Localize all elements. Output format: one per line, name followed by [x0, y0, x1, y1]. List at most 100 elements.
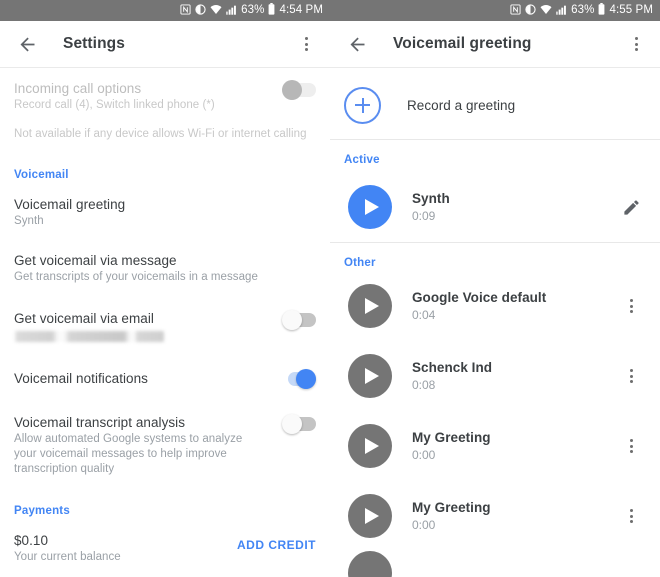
play-triangle-icon [365, 298, 379, 314]
battery-icon [598, 2, 605, 20]
left-phone-screen: 63% 4:54 PM Settings Incoming call optio… [0, 0, 330, 577]
dot [629, 514, 633, 518]
dnd-icon [525, 2, 536, 20]
page-title: Settings [63, 35, 125, 52]
battery-percent-label: 63% [571, 3, 595, 16]
right-phone-screen: 63% 4:55 PM Voicemail greeting Record a … [330, 0, 660, 577]
greeting-duration: 0:00 [412, 518, 436, 532]
greeting-name: Schenck Ind [412, 360, 493, 375]
play-button[interactable] [348, 284, 392, 328]
dot [629, 444, 633, 448]
greeting-name: My Greeting [412, 500, 491, 515]
divider [330, 242, 660, 243]
greeting-row-other[interactable]: Schenck Ind 0:08 [330, 341, 660, 411]
play-button[interactable] [348, 354, 392, 398]
toggle-transcript-analysis[interactable] [282, 414, 316, 434]
setting-subtitle: Synth [14, 215, 44, 227]
overflow-menu-icon[interactable] [622, 30, 650, 58]
edit-icon[interactable] [616, 198, 646, 217]
dot [634, 42, 638, 46]
status-bar-left: 63% 4:54 PM [0, 0, 330, 21]
toggle-voicemail-via-email[interactable] [282, 310, 316, 330]
dot [634, 37, 638, 40]
setting-title: Get voicemail via message [14, 253, 177, 268]
toggle-incoming-call-options[interactable] [282, 80, 316, 100]
setting-subtitle: Record call (4), Switch linked phone (*) [14, 99, 215, 111]
nfc-icon [510, 2, 521, 20]
setting-row-transcript-analysis[interactable]: Voicemail transcript analysis Allow auto… [0, 414, 330, 477]
section-header-voicemail: Voicemail [14, 169, 69, 181]
setting-row-balance: $0.10 Your current balance ADD CREDIT [0, 532, 330, 565]
section-header-payments: Payments [14, 505, 70, 517]
dot [304, 37, 308, 40]
plus-circle-icon [344, 86, 381, 124]
setting-title: Get voicemail via email [14, 311, 154, 326]
availability-note: Not available if any device allows Wi-Fi… [14, 128, 307, 140]
dnd-icon [195, 2, 206, 20]
dot [629, 369, 633, 372]
clock-label: 4:54 PM [279, 3, 323, 16]
toggle-thumb [296, 368, 316, 389]
add-credit-button[interactable]: ADD CREDIT [237, 538, 316, 552]
toggle-thumb [282, 414, 302, 434]
setting-subtitle: Allow automated Google systems to analyz… [14, 433, 243, 475]
overflow-menu-icon[interactable] [292, 30, 320, 58]
greeting-name: Synth [412, 191, 450, 206]
greeting-row-other[interactable]: My Greeting 0:00 [330, 411, 660, 481]
toggle-thumb [282, 80, 302, 100]
setting-title: Voicemail transcript analysis [14, 415, 186, 430]
balance-caption: Your current balance [14, 551, 121, 563]
battery-icon [268, 2, 275, 20]
dot [629, 310, 633, 313]
greeting-duration: 0:09 [412, 209, 436, 223]
setting-row-voicemail-greeting[interactable]: Voicemail greeting Synth [0, 196, 330, 229]
toggle-voicemail-notifications[interactable] [282, 368, 316, 389]
back-arrow-icon[interactable] [344, 31, 370, 57]
play-triangle-icon [365, 368, 379, 384]
play-button[interactable] [348, 185, 392, 229]
greeting-name: Google Voice default [412, 290, 547, 305]
setting-row-voicemail-via-message[interactable]: Get voicemail via message Get transcript… [0, 252, 330, 285]
dot [629, 299, 633, 302]
setting-title: Voicemail notifications [14, 371, 148, 386]
greeting-overflow-icon[interactable] [616, 426, 646, 466]
greeting-overflow-icon[interactable] [616, 286, 646, 326]
nfc-icon [180, 2, 191, 20]
dot [629, 439, 633, 442]
greeting-overflow-icon[interactable] [616, 496, 646, 536]
record-a-greeting-row[interactable]: Record a greeting [330, 77, 660, 133]
setting-title: Incoming call options [14, 81, 142, 96]
record-a-greeting-label: Record a greeting [407, 97, 516, 113]
settings-list: Incoming call options Record call (4), S… [0, 68, 330, 577]
redacted-email-value [14, 331, 164, 342]
app-bar-right: Voicemail greeting [330, 21, 660, 68]
dot [629, 450, 633, 453]
greeting-name: My Greeting [412, 430, 491, 445]
section-header-active: Active [344, 154, 380, 166]
cellular-signal-icon [226, 2, 237, 20]
setting-row-voicemail-via-email[interactable]: Get voicemail via email [0, 310, 330, 342]
setting-subtitle: Get transcripts of your voicemails in a … [14, 271, 258, 283]
dot [634, 48, 638, 51]
play-button[interactable] [348, 424, 392, 468]
setting-row-incoming-call-options[interactable]: Incoming call options Record call (4), S… [0, 80, 330, 113]
status-bar-right: 63% 4:55 PM [330, 0, 660, 21]
play-triangle-icon [365, 199, 379, 215]
back-arrow-icon[interactable] [14, 31, 40, 57]
play-button[interactable] [348, 494, 392, 538]
greeting-row-other[interactable]: My Greeting 0:00 [330, 481, 660, 551]
greeting-row-active[interactable]: Synth 0:09 [330, 172, 660, 242]
greeting-overflow-icon[interactable] [616, 356, 646, 396]
greetings-list: Record a greeting Active Synth 0:09 Othe… [330, 68, 660, 577]
wifi-icon [540, 2, 552, 20]
setting-row-voicemail-notifications[interactable]: Voicemail notifications [0, 368, 330, 389]
play-triangle-icon [365, 438, 379, 454]
section-header-other: Other [344, 257, 376, 269]
app-bar-left: Settings [0, 21, 330, 68]
dot [629, 520, 633, 523]
wifi-icon [210, 2, 222, 20]
greeting-duration: 0:08 [412, 378, 436, 392]
greeting-row-other[interactable]: Google Voice default 0:04 [330, 271, 660, 341]
balance-amount: $0.10 [14, 533, 49, 548]
greeting-row-partial[interactable] [348, 551, 392, 577]
